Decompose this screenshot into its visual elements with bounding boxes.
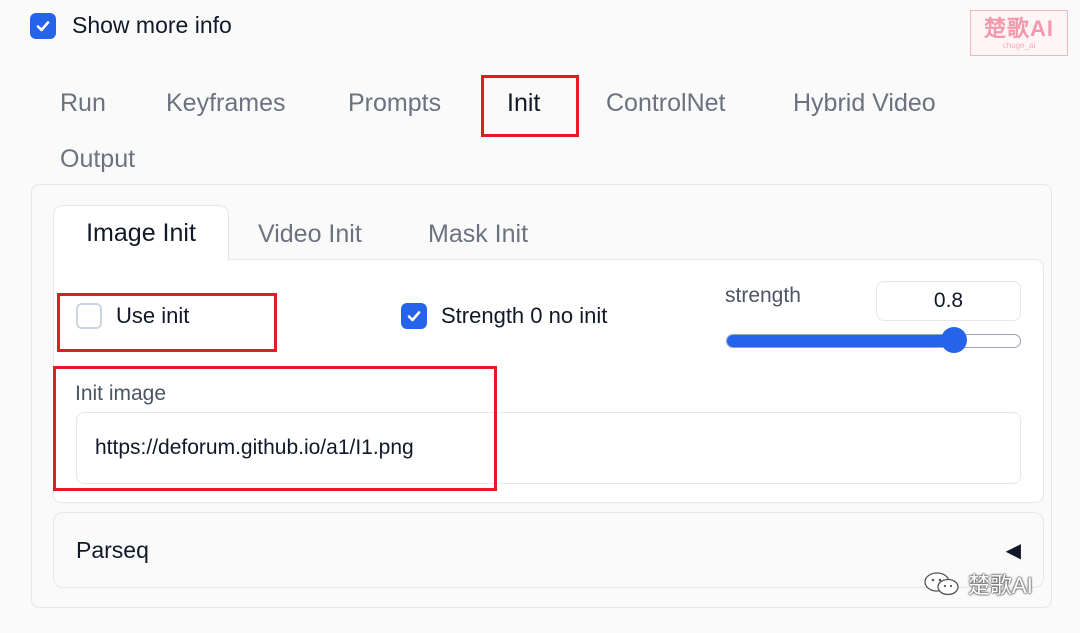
subtab-image-init-label: Image Init <box>86 219 196 247</box>
show-more-info-option[interactable]: Show more info <box>30 12 232 39</box>
tab-init[interactable]: Init <box>507 89 540 118</box>
watermark-main-text: 楚歌AI <box>983 15 1054 41</box>
parseq-label: Parseq <box>76 537 149 563</box>
use-init-checkbox[interactable] <box>76 303 102 329</box>
footer-watermark: 楚歌AI <box>922 568 1033 600</box>
tab-keyframes[interactable]: Keyframes <box>166 89 285 118</box>
subtab-image-init[interactable]: Image Init <box>53 205 229 261</box>
init-image-input[interactable]: https://deforum.github.io/a1/I1.png <box>76 412 1021 484</box>
strength-label: strength <box>725 284 801 307</box>
show-more-info-label: Show more info <box>72 12 232 38</box>
show-more-info-checkbox[interactable] <box>30 12 56 39</box>
footer-watermark-text: 楚歌AI <box>968 573 1033 598</box>
strength-0-no-init-checkbox[interactable] <box>401 303 427 329</box>
init-image-value: https://deforum.github.io/a1/I1.png <box>95 436 414 459</box>
tab-hybrid-video[interactable]: Hybrid Video <box>793 89 936 118</box>
tab-controlnet[interactable]: ControlNet <box>606 89 726 118</box>
init-image-label: Init image <box>75 382 167 405</box>
watermark-sub-text: chuge_ai <box>1002 40 1036 50</box>
parseq-accordion[interactable]: Parseq ◀ <box>53 512 1044 588</box>
tab-output[interactable]: Output <box>60 145 135 174</box>
use-init-option[interactable]: Use init <box>76 303 189 329</box>
strength-0-no-init-option[interactable]: Strength 0 no init <box>401 303 607 329</box>
wechat-icon <box>924 572 959 596</box>
strength-slider[interactable] <box>726 334 1021 348</box>
checkmark-icon <box>407 311 421 322</box>
strength-0-no-init-label: Strength 0 no init <box>441 303 608 328</box>
checkmark-icon <box>36 20 50 31</box>
use-init-label: Use init <box>116 303 190 328</box>
tab-run[interactable]: Run <box>60 89 106 118</box>
strength-number-input[interactable]: 0.8 <box>876 281 1021 321</box>
strength-value: 0.8 <box>933 289 964 312</box>
strength-slider-thumb[interactable] <box>941 327 968 353</box>
collapse-arrow-icon[interactable]: ◀ <box>1006 538 1021 563</box>
subtab-mask-init[interactable]: Mask Init <box>428 220 528 249</box>
watermark-logo: 楚歌AI chuge_ai <box>970 10 1068 56</box>
strength-slider-fill <box>727 335 956 347</box>
subtab-video-init[interactable]: Video Init <box>258 220 362 249</box>
tab-prompts[interactable]: Prompts <box>348 89 441 118</box>
